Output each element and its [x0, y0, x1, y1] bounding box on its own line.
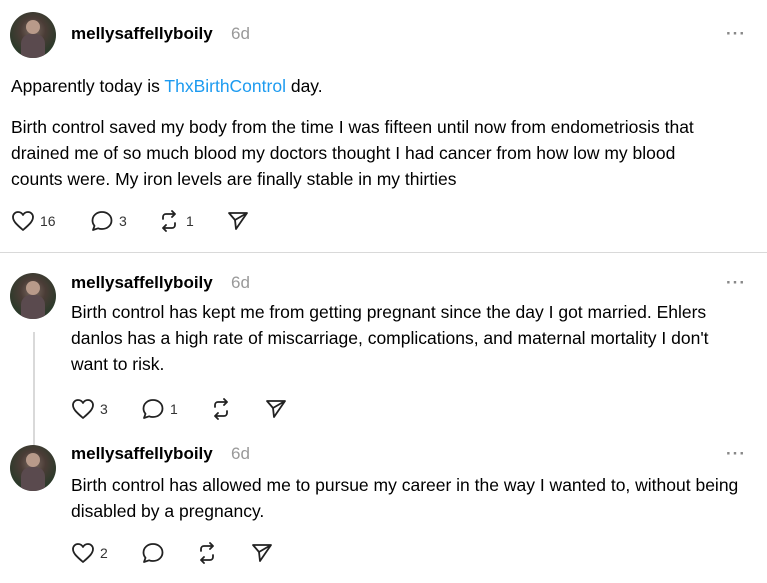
text-prefix: Apparently today is [11, 76, 165, 96]
reply-count: 1 [170, 401, 178, 417]
repost-icon [200, 542, 214, 564]
text-suffix: day. [285, 76, 323, 96]
heart-icon [12, 211, 34, 231]
divider [0, 252, 767, 253]
repost-button[interactable] [209, 398, 233, 420]
heart-icon [72, 399, 94, 419]
avatar[interactable] [10, 445, 56, 491]
post-time[interactable]: 6d [231, 273, 250, 293]
username[interactable]: mellysaffellyboily [71, 444, 213, 464]
like-count: 3 [100, 401, 108, 417]
avatar[interactable] [10, 12, 56, 58]
share-icon [228, 212, 248, 230]
like-button[interactable]: 3 [71, 398, 108, 420]
repost-count: 1 [186, 213, 194, 229]
like-count: 16 [40, 213, 56, 229]
username[interactable]: mellysaffellyboily [71, 273, 213, 293]
comment-icon [91, 211, 113, 231]
share-icon [252, 544, 272, 562]
comment-icon [142, 543, 164, 563]
post-body: Birth control has kept me from getting p… [71, 302, 709, 374]
username[interactable]: mellysaffellyboily [71, 24, 213, 44]
thread-line [33, 332, 35, 456]
post-time[interactable]: 6d [231, 444, 250, 464]
like-button[interactable]: 16 [11, 210, 56, 232]
share-button[interactable] [251, 542, 273, 564]
share-button[interactable] [227, 210, 249, 232]
post-body: Birth control saved my body from the tim… [11, 117, 694, 189]
more-icon[interactable]: ··· [726, 24, 746, 44]
like-count: 2 [100, 545, 108, 561]
reply-button[interactable]: 1 [141, 398, 178, 420]
post-time[interactable]: 6d [231, 24, 250, 44]
post-text-line: Apparently today is ThxBirthControl day. [11, 73, 751, 99]
repost-icon [162, 210, 176, 232]
repost-icon [214, 398, 228, 420]
like-button[interactable]: 2 [71, 542, 108, 564]
share-button[interactable] [265, 398, 287, 420]
reply-button[interactable] [141, 542, 165, 564]
more-icon[interactable]: ··· [726, 273, 746, 293]
heart-icon [72, 543, 94, 563]
post-body: Birth control has allowed me to pursue m… [71, 475, 739, 521]
reply-count: 3 [119, 213, 127, 229]
hashtag-link[interactable]: ThxBirthControl [164, 76, 286, 96]
share-icon [266, 400, 286, 418]
comment-icon [142, 399, 164, 419]
repost-button[interactable]: 1 [157, 210, 194, 232]
more-icon[interactable]: ··· [726, 444, 746, 464]
repost-button[interactable] [195, 542, 219, 564]
reply-button[interactable]: 3 [90, 210, 127, 232]
avatar[interactable] [10, 273, 56, 319]
